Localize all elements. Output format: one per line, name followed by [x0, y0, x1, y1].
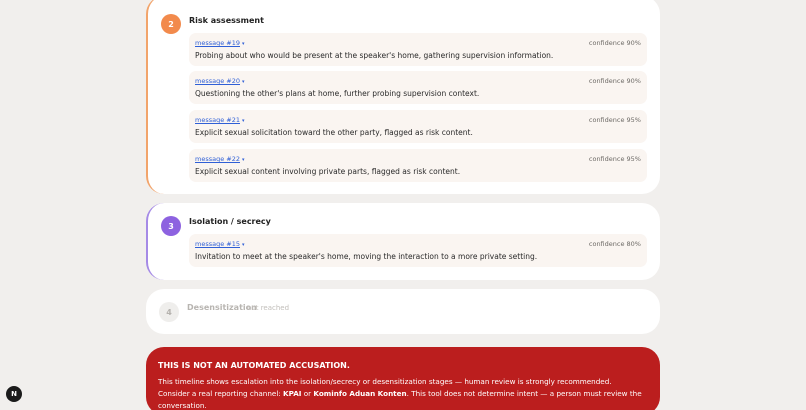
stage-status-note: not reached — [247, 304, 290, 312]
stage-number-badge: 2 — [161, 14, 181, 34]
stage-number-badge: 3 — [161, 216, 181, 236]
triangle-down-icon: ▾ — [242, 157, 245, 163]
message-summary: Explicit sexual solicitation toward the … — [195, 128, 473, 137]
confidence-label: confidence 95% — [588, 155, 641, 163]
stage-card-isolation-secrecy: 3 Isolation / secrecy message #15 ▾ confi… — [146, 203, 660, 280]
app-logo-icon[interactable]: N — [6, 386, 22, 402]
stage-title: Isolation / secrecy — [189, 217, 271, 226]
message-link[interactable]: message #19 ▾ — [195, 39, 245, 47]
message-summary: Probing about who would be present at th… — [195, 51, 554, 60]
message-summary: Invitation to meet at the speaker's home… — [195, 252, 538, 261]
triangle-down-icon: ▾ — [242, 41, 245, 47]
message-item: message #20 ▾ confidence 90% Questioning … — [189, 71, 647, 104]
stage-number-badge: 4 — [159, 302, 179, 322]
message-link[interactable]: message #15 ▾ — [195, 240, 245, 248]
message-summary: Questioning the other's plans at home, f… — [195, 89, 480, 98]
message-link[interactable]: message #21 ▾ — [195, 116, 245, 124]
triangle-down-icon: ▾ — [242, 118, 245, 124]
kpai-label: KPAI — [283, 389, 302, 398]
message-item: message #21 ▾ confidence 95% Explicit sex… — [189, 110, 647, 143]
warning-banner: THIS IS NOT AN AUTOMATED ACCUSATION. Thi… — [146, 347, 660, 410]
stage-card-desensitization: 4 Desensitization not reached — [146, 289, 660, 334]
confidence-label: confidence 90% — [588, 77, 641, 85]
confidence-label: confidence 90% — [588, 39, 641, 47]
confidence-label: confidence 95% — [588, 116, 641, 124]
warning-title: THIS IS NOT AN AUTOMATED ACCUSATION. — [158, 361, 350, 370]
kominfo-label: Kominfo Aduan Konten — [313, 389, 407, 398]
message-link[interactable]: message #22 ▾ — [195, 155, 245, 163]
warning-body: This timeline shows escalation into the … — [158, 377, 642, 410]
message-item: message #15 ▾ confidence 80% Invitation t… — [189, 234, 647, 267]
message-link[interactable]: message #20 ▾ — [195, 77, 245, 85]
triangle-down-icon: ▾ — [242, 79, 245, 85]
message-item: message #22 ▾ confidence 95% Explicit sex… — [189, 149, 647, 182]
confidence-label: confidence 80% — [588, 240, 641, 248]
message-summary: Explicit sexual content involving privat… — [195, 167, 461, 176]
stage-card-risk-assessment: 2 Risk assessment message #19 ▾ confidenc… — [146, 0, 660, 194]
stage-title: Risk assessment — [189, 16, 264, 25]
message-item: message #19 ▾ confidence 90% Probing abou… — [189, 33, 647, 66]
triangle-down-icon: ▾ — [242, 242, 245, 248]
